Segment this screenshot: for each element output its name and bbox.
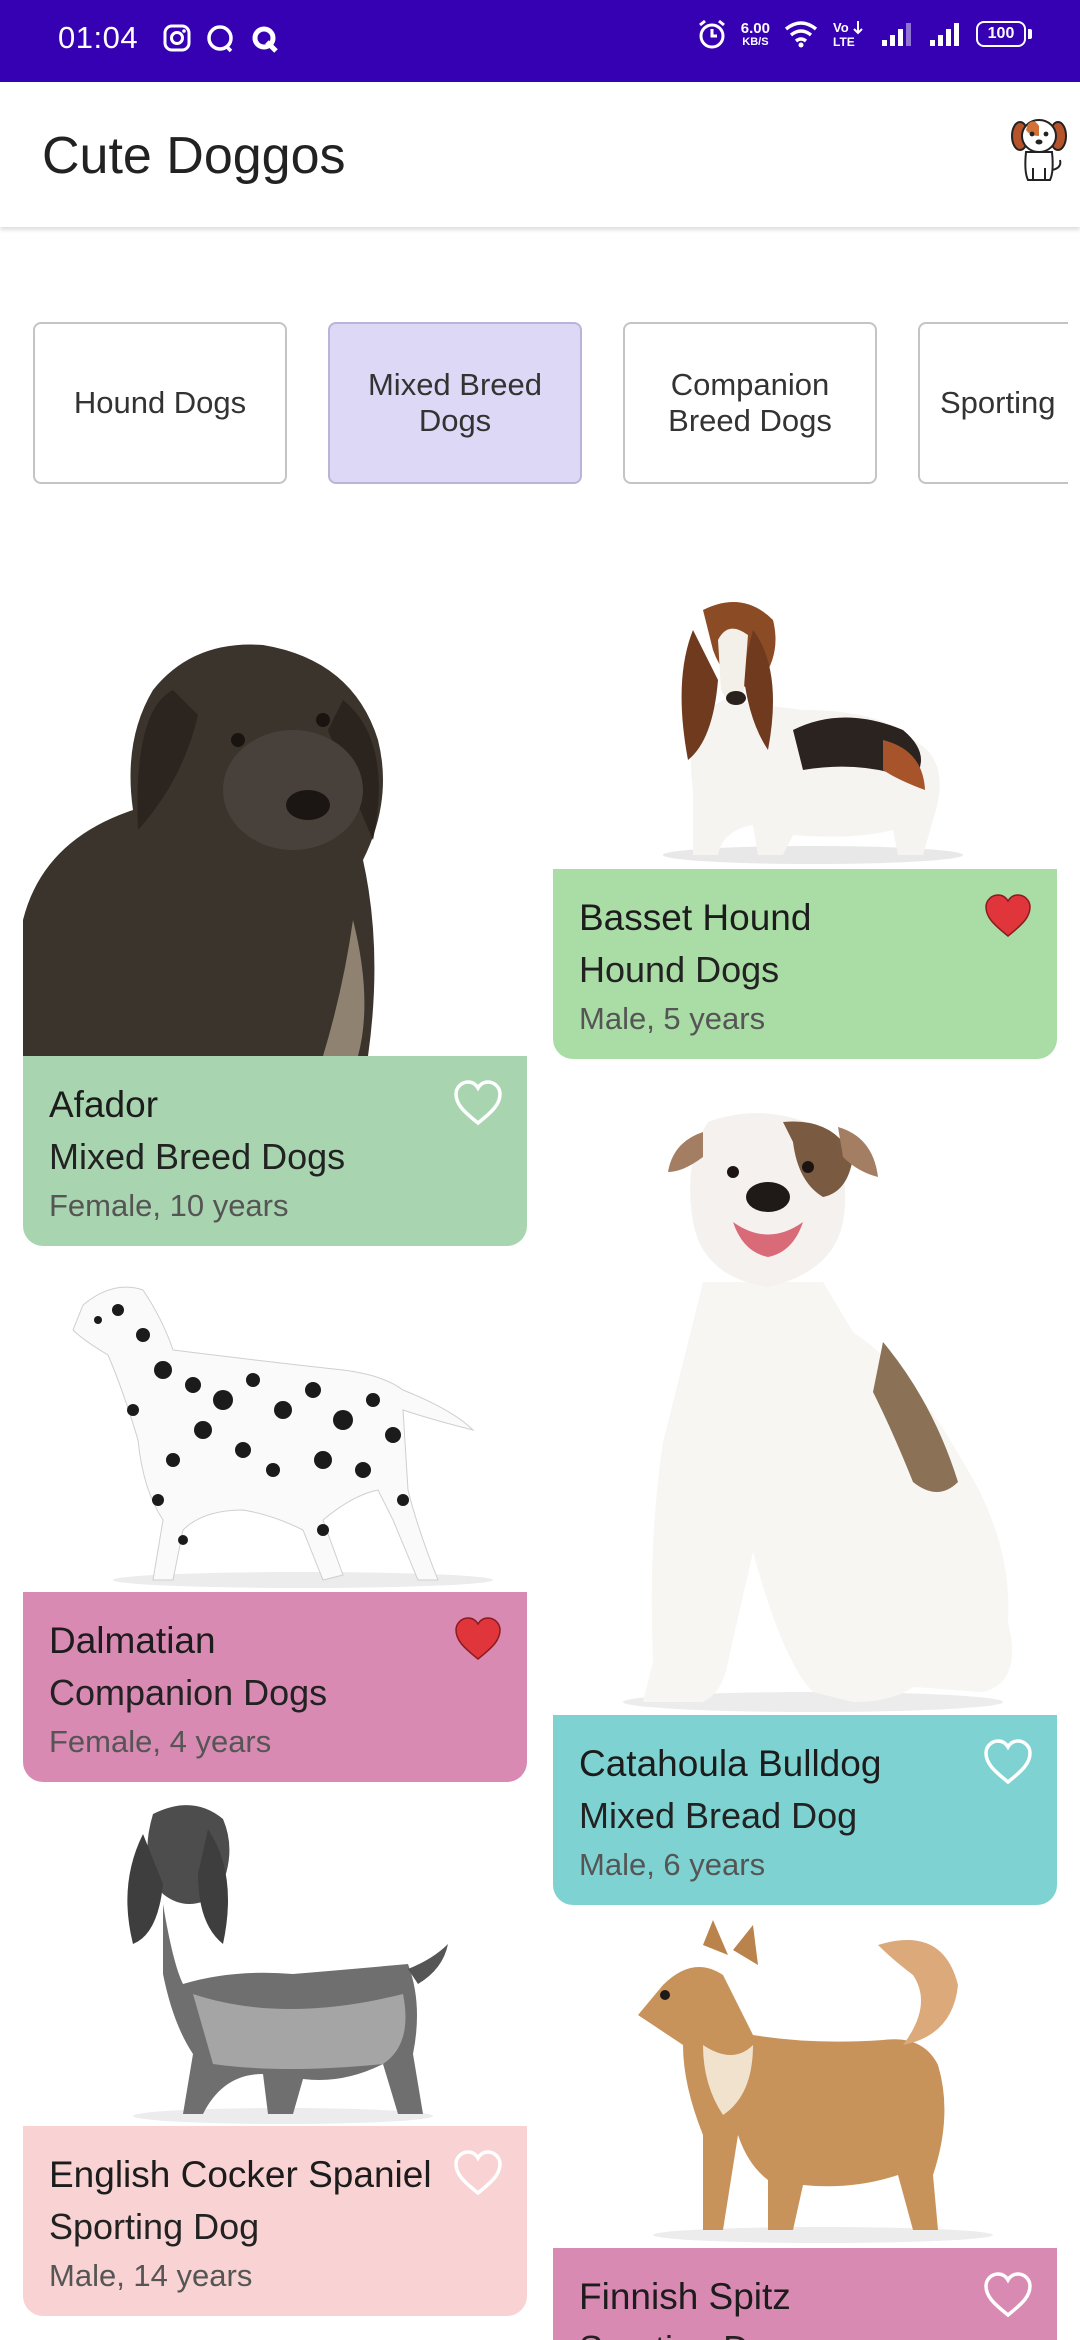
heart-filled-icon[interactable]	[983, 893, 1033, 939]
dog-group: Hound Dogs	[579, 949, 780, 990]
dog-avatar-icon[interactable]	[1008, 114, 1070, 184]
dog-photo	[553, 1915, 1057, 2248]
messaging-icon	[207, 25, 233, 53]
dog-details: Female, 10 years	[49, 1188, 289, 1223]
app-bar: Cute Doggos	[0, 82, 1080, 227]
heart-outline-icon[interactable]	[453, 2150, 503, 2196]
volte-icon: Vo LTE	[833, 20, 863, 49]
dog-card-english-cocker-spaniel[interactable]: English Cocker Spaniel Sporting Dog Male…	[23, 1794, 527, 2316]
battery-icon: 100	[976, 21, 1032, 47]
dog-photo	[553, 590, 1057, 869]
svg-text:LTE: LTE	[833, 35, 855, 49]
chip-sporting[interactable]: Sporting	[918, 322, 1068, 484]
dog-photo	[23, 1794, 527, 2126]
dog-details: Male, 5 years	[579, 1001, 766, 1036]
dog-card-finnish-spitz[interactable]: Finnish Spitz Sporting Dog	[553, 1915, 1057, 2340]
dog-group: Companion Dogs	[49, 1672, 328, 1713]
chip-label: Sporting	[940, 385, 1056, 420]
dog-details: Female, 4 years	[49, 1724, 272, 1759]
dog-name: Basset Hound	[579, 897, 812, 938]
dog-info: Basset Hound Hound Dogs Male, 5 years	[553, 869, 1057, 1059]
heart-outline-icon[interactable]	[983, 2272, 1033, 2318]
category-chips: Hound Dogs Mixed Breed Dogs Companion Br…	[0, 322, 1068, 484]
dog-name: Afador	[49, 1084, 159, 1125]
status-bar: 01:04 6.00 KB/S Vo LTE 100	[0, 0, 1080, 82]
heart-filled-icon[interactable]	[453, 1616, 503, 1662]
chip-label: Companion Breed Dogs	[668, 367, 832, 438]
clock: 01:04	[58, 20, 139, 55]
dog-photo	[23, 620, 527, 1056]
heart-outline-icon[interactable]	[453, 1080, 503, 1126]
dog-info: Catahoula Bulldog Mixed Bread Dog Male, …	[553, 1715, 1057, 1905]
dog-name: Catahoula Bulldog	[579, 1743, 882, 1784]
signal-icon-2	[930, 23, 959, 46]
dog-name: Dalmatian	[49, 1620, 216, 1661]
alarm-icon	[698, 19, 725, 49]
status-icons: 6.00 KB/S Vo LTE 100	[697, 18, 1032, 50]
dog-info: Finnish Spitz Sporting Dog	[553, 2248, 1057, 2340]
dog-group: Mixed Bread Dog	[579, 1795, 858, 1836]
network-speed: 6.00 KB/S	[740, 19, 770, 48]
dog-info: English Cocker Spaniel Sporting Dog Male…	[23, 2126, 527, 2316]
instagram-icon	[163, 24, 191, 52]
dog-name: English Cocker Spaniel	[49, 2154, 432, 2195]
dog-card-afador[interactable]: Afador Mixed Breed Dogs Female, 10 years	[23, 620, 527, 1246]
dog-card-basset-hound[interactable]: Basset Hound Hound Dogs Male, 5 years	[553, 590, 1057, 1059]
dog-details: Male, 6 years	[579, 1847, 766, 1882]
chip-hound-dogs[interactable]: Hound Dogs	[33, 322, 287, 484]
chip-label: Hound Dogs	[73, 385, 247, 420]
chip-companion-breed-dogs[interactable]: Companion Breed Dogs	[623, 322, 877, 484]
q-app-icon	[252, 26, 278, 53]
chip-label: Mixed Breed Dogs	[367, 367, 543, 438]
dog-photo	[23, 1260, 527, 1592]
dog-group: Sporting Dog	[579, 2328, 1031, 2340]
dog-details: Male, 14 years	[49, 2258, 253, 2293]
dog-group: Sporting Dog	[49, 2206, 260, 2247]
wifi-icon	[784, 21, 818, 48]
chip-mixed-breed-dogs[interactable]: Mixed Breed Dogs	[328, 322, 582, 484]
dog-group: Mixed Breed Dogs	[49, 1136, 346, 1177]
dog-info: Dalmatian Companion Dogs Female, 4 years	[23, 1592, 527, 1782]
signal-icon-1	[882, 23, 911, 46]
page-title: Cute Doggos	[42, 127, 346, 185]
dog-photo	[553, 1102, 1057, 1715]
dog-name: Finnish Spitz	[579, 2276, 791, 2317]
dog-card-dalmatian[interactable]: Dalmatian Companion Dogs Female, 4 years	[23, 1260, 527, 1782]
dog-info: Afador Mixed Breed Dogs Female, 10 years	[23, 1056, 527, 1246]
heart-outline-icon[interactable]	[983, 1739, 1033, 1785]
svg-text:Vo: Vo	[833, 20, 849, 35]
dog-card-catahoula-bulldog[interactable]: Catahoula Bulldog Mixed Bread Dog Male, …	[553, 1102, 1057, 1905]
